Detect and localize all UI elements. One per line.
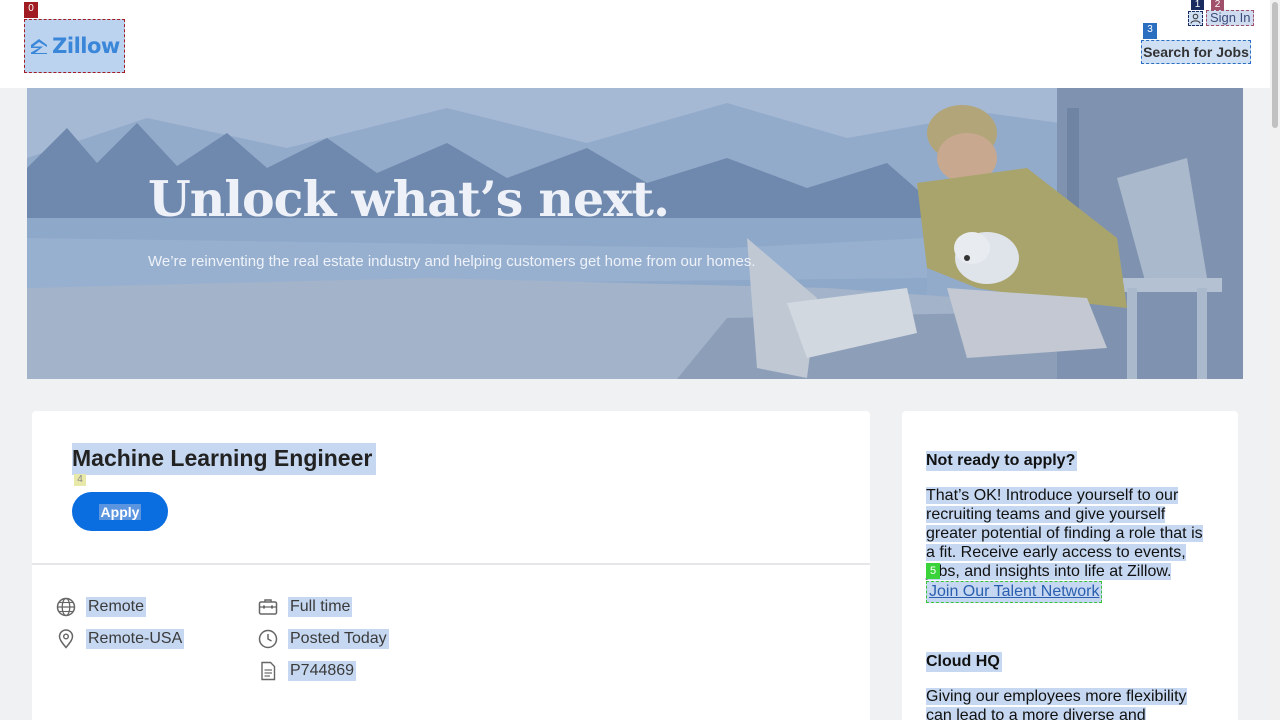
hero-subtitle: We’re reinventing the real estate indust…	[148, 253, 756, 270]
annotation-tag: 1	[1191, 0, 1204, 10]
job-title: Machine Learning Engineer	[72, 443, 377, 475]
globe-icon	[56, 597, 76, 617]
paragraph-line: recruiting teams and give yourself	[926, 506, 1166, 523]
apply-button-label: Apply	[98, 503, 142, 520]
annotation-tag: 4	[74, 474, 86, 486]
search-for-jobs-button[interactable]: Search for Jobs	[1141, 40, 1251, 64]
page-scrollbar[interactable]	[1270, 0, 1280, 720]
employment-text: Full time	[288, 597, 353, 617]
not-ready-paragraph: That’s OK! Introduce yourself to our rec…	[926, 486, 1216, 581]
cloud-hq-heading: Cloud HQ	[926, 652, 1002, 672]
meta-location: Remote-USA	[56, 629, 185, 649]
meta-posted: Posted Today	[258, 629, 389, 649]
requisition-text: P744869	[288, 661, 357, 681]
meta-employment: Full time	[258, 597, 353, 617]
apply-button[interactable]: Apply	[72, 492, 168, 531]
paragraph-line: can lead to a more diverse and	[926, 707, 1146, 720]
paragraph-line: That’s OK! Introduce yourself to our	[926, 487, 1179, 504]
join-talent-network-link[interactable]: Join Our Talent Network	[926, 581, 1103, 603]
hero-banner: Unlock what’s next. We’re reinventing th…	[27, 88, 1243, 379]
annotation-tag: 3	[1143, 23, 1157, 39]
hero-title: Unlock what’s next.	[148, 170, 670, 228]
annotation-tag: 2	[1211, 0, 1224, 10]
paragraph-line: Giving our employees more flexibility	[926, 688, 1187, 705]
briefcase-icon	[258, 597, 278, 617]
zillow-logo[interactable]: Zillow	[24, 19, 125, 73]
zillow-house-icon	[31, 39, 48, 54]
annotation-tag: 5	[926, 563, 940, 579]
paragraph-line: jobs, and insights into life at Zillow.	[926, 563, 1172, 580]
map-pin-icon	[56, 629, 76, 649]
scrollbar-thumb[interactable]	[1272, 2, 1278, 128]
document-icon	[258, 661, 278, 681]
logo-text: Zillow	[52, 34, 120, 58]
meta-location-type: Remote	[56, 597, 147, 617]
job-details-card: Machine Learning Engineer 4 Apply Remote…	[32, 411, 870, 720]
clock-icon	[258, 629, 278, 649]
divider	[32, 563, 870, 565]
hero-background-image	[27, 88, 1243, 379]
talent-network-card: Not ready to apply? That’s OK! Introduce…	[902, 411, 1238, 720]
paragraph-line: a fit. Receive early access to events,	[926, 544, 1186, 561]
cloud-hq-paragraph: Giving our employees more flexibility ca…	[926, 687, 1216, 720]
sign-in-area[interactable]: Sign In	[1188, 9, 1255, 27]
not-ready-heading: Not ready to apply?	[926, 451, 1078, 471]
user-icon[interactable]	[1188, 10, 1203, 26]
posted-text: Posted Today	[288, 629, 389, 649]
location-type-text: Remote	[86, 597, 147, 617]
annotation-tag: 0	[24, 2, 38, 18]
location-text: Remote-USA	[86, 629, 185, 649]
meta-requisition: P744869	[258, 661, 357, 681]
site-header: Zillow 0 Sign In 1 2 Search for Jobs 3	[0, 0, 1270, 88]
sign-in-link[interactable]: Sign In	[1206, 10, 1255, 26]
paragraph-line: greater potential of finding a role that…	[926, 525, 1203, 542]
